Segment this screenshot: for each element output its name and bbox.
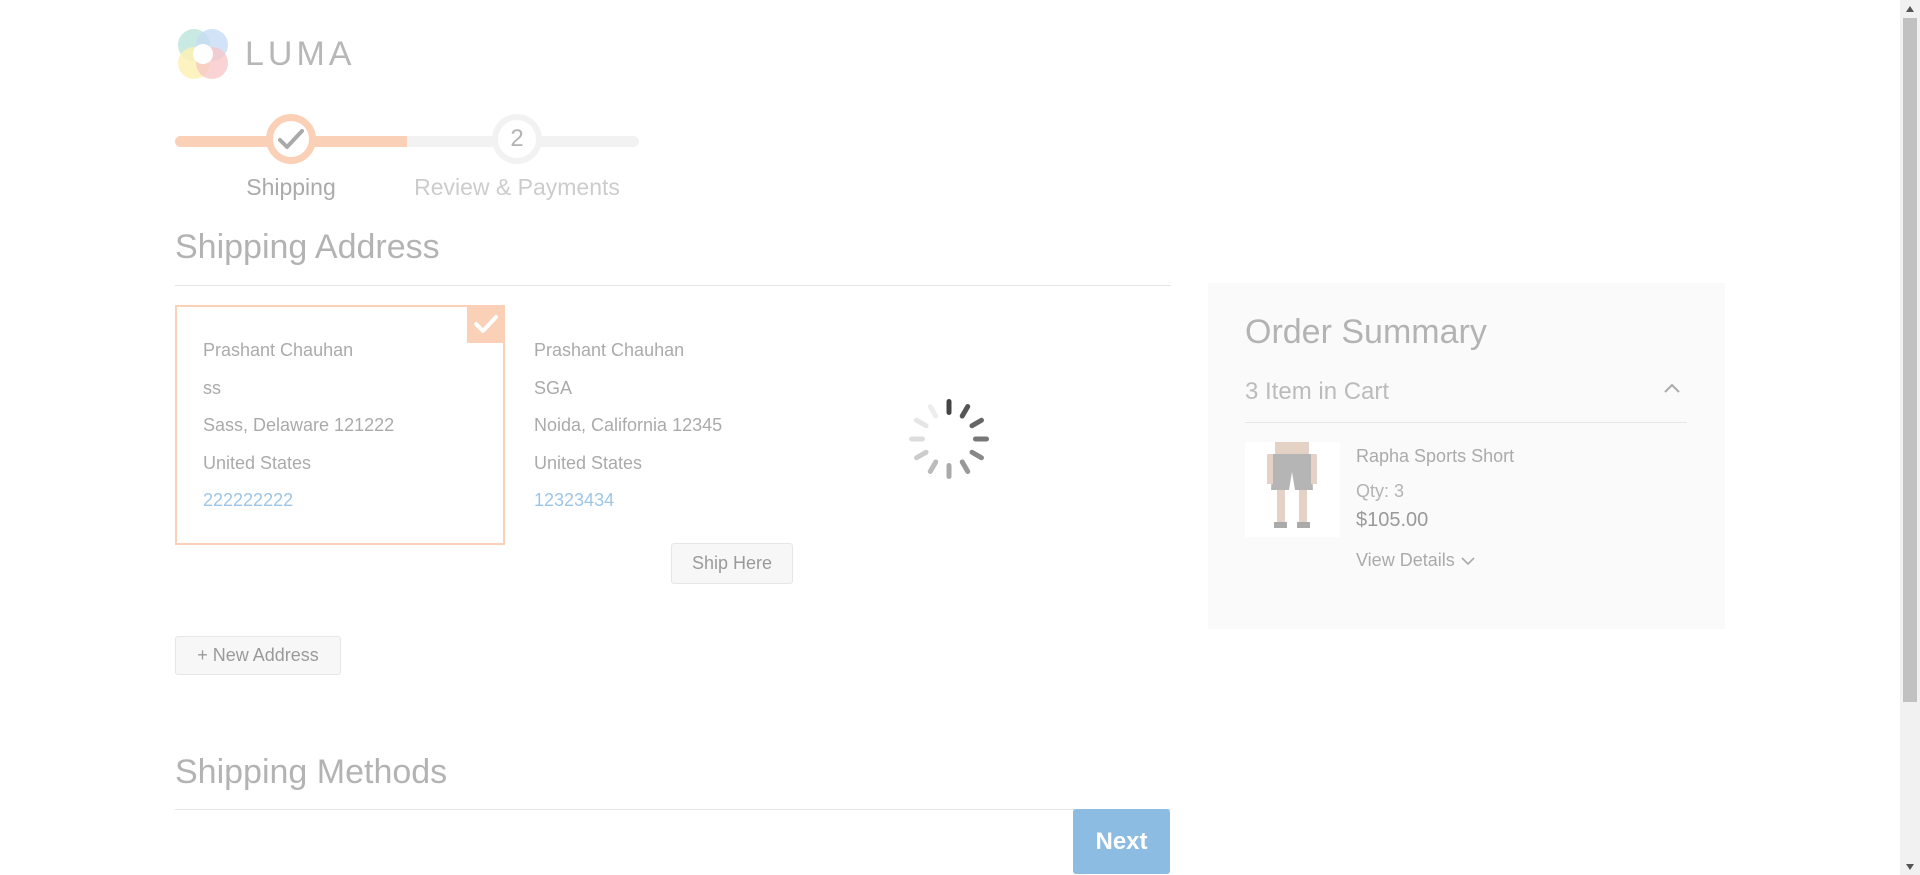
logo-text: LUMA <box>245 34 356 73</box>
step-label: Review & Payments <box>414 174 620 200</box>
address-country: United States <box>203 452 312 473</box>
address-country: United States <box>534 452 643 473</box>
next-button[interactable]: Next <box>1073 809 1170 874</box>
product-price: $105.00 <box>1356 509 1429 531</box>
step-number-circle: 2 <box>492 114 542 164</box>
check-icon <box>474 315 498 333</box>
divider <box>175 809 1171 810</box>
address-name: Prashant Chauhan <box>203 340 354 360</box>
chevron-down-icon <box>1461 556 1475 565</box>
vertical-scrollbar[interactable] <box>1900 0 1920 875</box>
shipping-address-title: Shipping Address <box>175 228 440 266</box>
divider <box>175 285 1171 286</box>
order-summary-title: Order Summary <box>1245 313 1487 351</box>
product-qty: Qty: 3 <box>1356 481 1405 501</box>
cart-count: 3 Item in Cart <box>1245 378 1390 405</box>
order-summary: Order Summary 3 Item in Cart Rapha Sport… <box>1208 283 1725 629</box>
scroll-up-arrow[interactable] <box>1900 0 1920 17</box>
address-street: ss <box>203 377 221 398</box>
address-phone-link[interactable]: 12323434 <box>534 489 722 527</box>
luma-logo[interactable]: LUMA <box>175 26 355 82</box>
shipping-methods-title: Shipping Methods <box>175 753 448 791</box>
cart-items-toggle[interactable]: 3 Item in Cart <box>1245 378 1687 418</box>
divider <box>1245 422 1687 423</box>
shorts-product-image <box>1245 442 1340 537</box>
view-details-toggle[interactable]: View Details <box>1356 550 1475 571</box>
address-name: Prashant Chauhan <box>534 340 685 360</box>
step-review-payments: 2 Review & Payments <box>412 114 622 201</box>
loading-spinner-icon <box>909 399 989 479</box>
triangle-down-icon <box>1906 863 1914 870</box>
checkout-page: LUMA Shipping 2 Review & Payments Shippi… <box>0 0 1900 875</box>
product-name: Rapha Sports Short <box>1356 446 1515 466</box>
step-number: 2 <box>510 125 524 152</box>
view-details-label: View Details <box>1356 550 1455 570</box>
check-icon <box>278 129 304 149</box>
triangle-up-icon <box>1906 5 1914 12</box>
step-shipping[interactable]: Shipping <box>186 114 396 201</box>
address-city: Noida, California 12345 <box>534 415 723 435</box>
step-label: Shipping <box>246 174 336 200</box>
address-card[interactable]: Prashant Chauhan SGA Noida, California 1… <box>507 305 837 545</box>
address-phone-link[interactable]: 222222222 <box>203 489 394 527</box>
chevron-up-icon <box>1664 383 1680 393</box>
product-thumbnail <box>1245 442 1340 537</box>
address-card-selected[interactable]: Prashant Chauhan ss Sass, Delaware 12122… <box>175 305 505 545</box>
ship-here-button[interactable]: Ship Here <box>671 543 793 584</box>
address-street: SGA <box>534 377 573 398</box>
luma-logo-icon <box>178 29 228 79</box>
cart-item: Rapha Sports Short Qty: 3 $105.00 View D… <box>1245 442 1687 592</box>
scroll-down-arrow[interactable] <box>1900 858 1920 875</box>
address-city: Sass, Delaware 121222 <box>203 415 395 435</box>
scroll-thumb[interactable] <box>1903 18 1917 702</box>
step-complete-circle <box>266 114 316 164</box>
selected-check-badge <box>467 305 505 343</box>
new-address-button[interactable]: + New Address <box>175 636 341 675</box>
